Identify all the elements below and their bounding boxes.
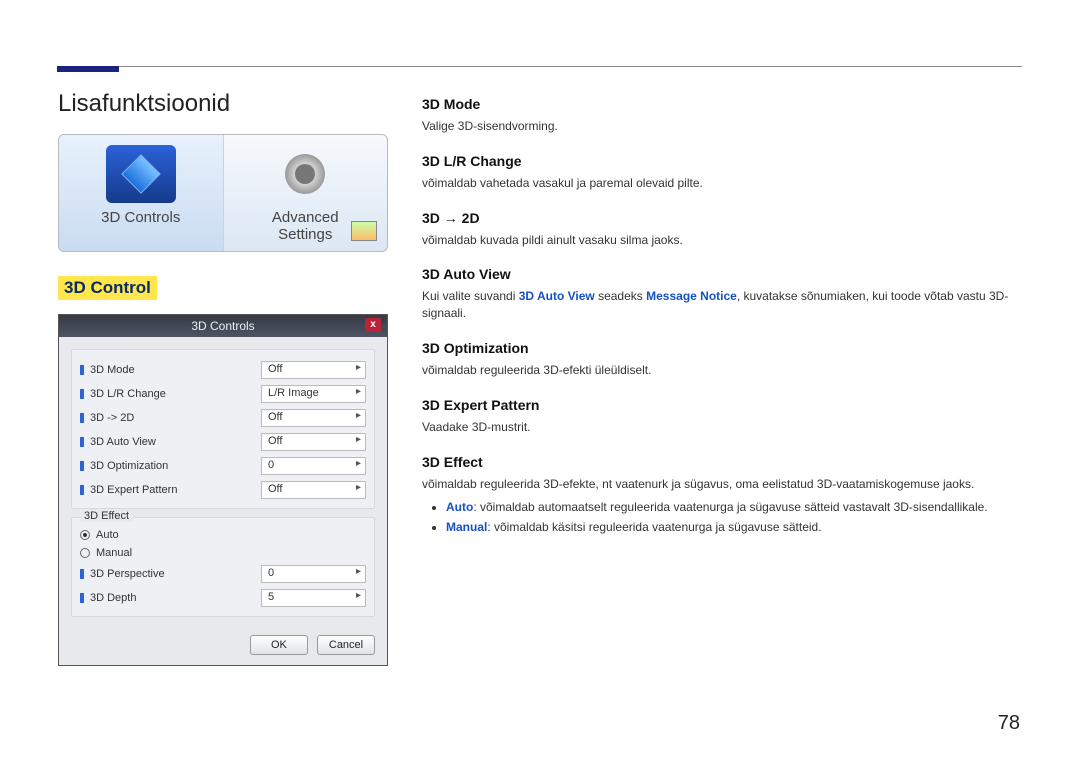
effect-bullet-list: Auto: võimaldab automaatselt reguleerida… xyxy=(438,498,1022,536)
row-label: 3D Optimization xyxy=(90,460,261,472)
dropdown-3d-lr-change[interactable]: L/R Image xyxy=(261,385,366,403)
right-column: 3D Mode Valige 3D-sisendvorming. 3D L/R … xyxy=(422,90,1022,666)
list-item: Manual: võimaldab käsitsi reguleerida va… xyxy=(446,518,1022,537)
desc-3d-effect: võimaldab reguleerida 3D-efekte, nt vaat… xyxy=(422,476,1022,493)
heading-3d-to-2d: 3D → 2D xyxy=(422,210,1022,226)
stepper-3d-depth[interactable]: 5 xyxy=(261,589,366,607)
heading-3d-auto-view: 3D Auto View xyxy=(422,266,1022,282)
page-number: 78 xyxy=(998,712,1020,735)
fieldset-label-3d-effect: 3D Effect xyxy=(80,510,133,522)
dropdown-3d-2d[interactable]: Off xyxy=(261,409,366,427)
page-title: Lisafunktsioonid xyxy=(58,90,388,118)
gallery-tile-advanced-settings[interactable]: Advanced Settings xyxy=(224,135,388,251)
radio-auto[interactable]: Auto xyxy=(80,526,366,544)
left-column: Lisafunktsioonid 3D Controls Advanced Se… xyxy=(58,90,388,666)
row-label: 3D Mode xyxy=(90,364,261,376)
dropdown-3d-mode[interactable]: Off xyxy=(261,361,366,379)
desc-3d-lr-change: võimaldab vahetada vasakul ja paremal ol… xyxy=(422,175,1022,192)
row-label: 3D Perspective xyxy=(90,568,261,580)
row-label: 3D -> 2D xyxy=(90,412,261,424)
desc-3d-mode: Valige 3D-sisendvorming. xyxy=(422,118,1022,135)
stepper-3d-optimization[interactable]: 0 xyxy=(261,457,366,475)
gallery-tile-3d-controls[interactable]: 3D Controls xyxy=(59,135,224,251)
dropdown-3d-expert-pattern[interactable]: Off xyxy=(261,481,366,499)
radio-icon xyxy=(80,530,90,540)
cancel-button[interactable]: Cancel xyxy=(317,635,375,655)
desc-3d-to-2d: võimaldab kuvada pildi ainult vasaku sil… xyxy=(422,232,1022,249)
row-label: 3D Expert Pattern xyxy=(90,484,261,496)
heading-3d-effect: 3D Effect xyxy=(422,454,1022,470)
stepper-3d-perspective[interactable]: 0 xyxy=(261,565,366,583)
page-content: Lisafunktsioonid 3D Controls Advanced Se… xyxy=(58,90,1022,666)
row-label: 3D Auto View xyxy=(90,436,261,448)
desc-3d-optimization: võimaldab reguleerida 3D-efekti üleüldis… xyxy=(422,362,1022,379)
radio-icon xyxy=(80,548,90,558)
heading-3d-expert-pattern: 3D Expert Pattern xyxy=(422,397,1022,413)
gallery-tile-label: 3D Controls xyxy=(63,209,219,226)
icon-gallery: 3D Controls Advanced Settings xyxy=(58,134,388,252)
dialog-title: 3D Controls xyxy=(191,319,254,333)
list-item: Auto: võimaldab automaatselt reguleerida… xyxy=(446,498,1022,517)
close-icon[interactable]: x xyxy=(365,318,381,332)
cube-3d-icon xyxy=(106,145,176,203)
page-top-rule xyxy=(58,66,1022,67)
row-label: 3D Depth xyxy=(90,592,261,604)
desc-3d-auto-view: Kui valite suvandi 3D Auto View seadeks … xyxy=(422,288,1022,322)
dialog-3d-controls: 3D Controls x 3D ModeOff 3D L/R ChangeL/… xyxy=(58,314,388,666)
heading-3d-optimization: 3D Optimization xyxy=(422,340,1022,356)
ok-button[interactable]: OK xyxy=(250,635,308,655)
heading-3d-lr-change: 3D L/R Change xyxy=(422,153,1022,169)
dialog-titlebar: 3D Controls x xyxy=(59,315,387,337)
dropdown-3d-auto-view[interactable]: Off xyxy=(261,433,366,451)
heading-3d-mode: 3D Mode xyxy=(422,96,1022,112)
section-heading-3d-control: 3D Control xyxy=(58,276,157,300)
radio-manual[interactable]: Manual xyxy=(80,544,366,562)
row-label: 3D L/R Change xyxy=(90,388,261,400)
gear-icon xyxy=(270,145,340,203)
desc-3d-expert-pattern: Vaadake 3D-mustrit. xyxy=(422,419,1022,436)
